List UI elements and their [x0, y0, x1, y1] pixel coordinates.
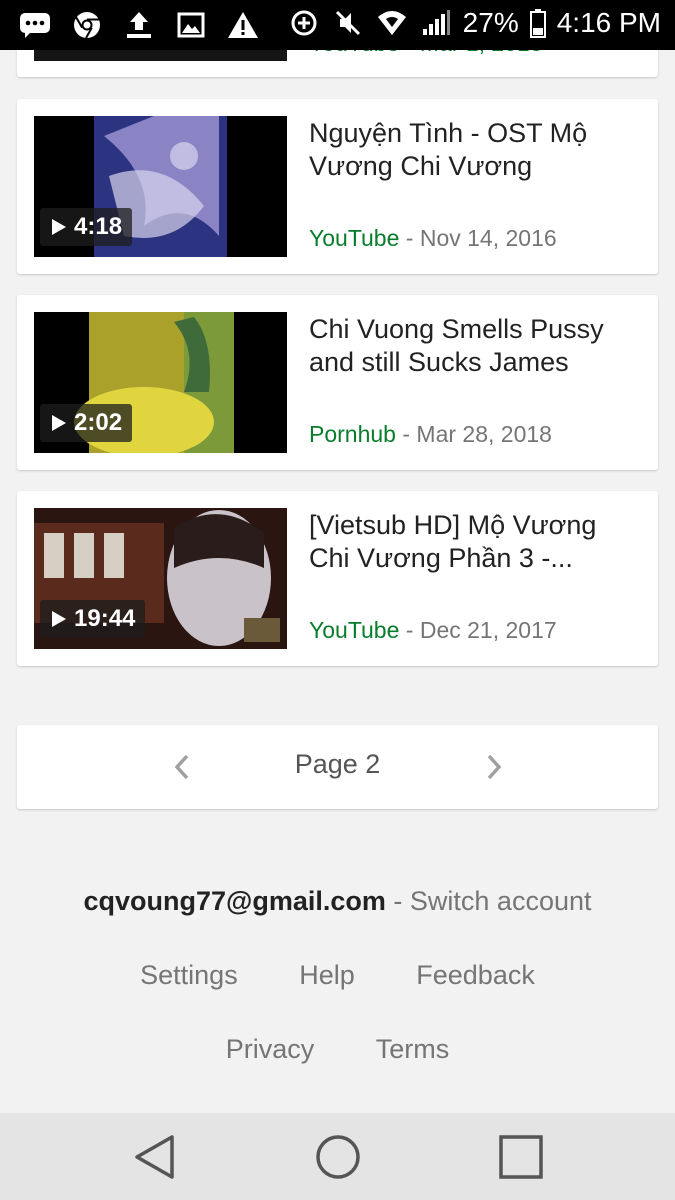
play-icon — [52, 219, 66, 235]
result-source: YouTube — [309, 225, 400, 251]
video-title[interactable]: Nguyện Tình - OST Mộ Vương Chi Vương — [309, 117, 639, 183]
warning-icon — [226, 8, 260, 42]
clock: 4:16 PM — [556, 7, 661, 38]
mute-icon — [331, 6, 365, 40]
battery-icon — [529, 6, 547, 40]
feedback-link[interactable]: Feedback — [416, 960, 535, 990]
result-date: - Dec 21, 2017 — [405, 617, 557, 643]
chrome-icon — [70, 8, 104, 42]
footer-links-row: Settings Help Feedback — [0, 960, 675, 991]
upload-icon — [122, 8, 156, 42]
video-thumbnail[interactable]: 2:02 — [34, 312, 287, 453]
result-meta: YouTube - Dec 21, 2017 — [309, 617, 557, 644]
video-thumbnail[interactable]: 19:44 — [34, 508, 287, 649]
result-date: - Mar 28, 2018 — [402, 421, 552, 447]
wifi-icon — [375, 6, 409, 40]
add-circle-icon — [287, 6, 321, 40]
pagination: Page 2 — [17, 725, 658, 809]
video-title[interactable]: [Vietsub HD] Mộ Vương Chi Vương Phần 3 -… — [309, 509, 639, 575]
duration-label: 2:02 — [74, 409, 123, 436]
switch-account-link[interactable]: - Switch account — [386, 886, 591, 916]
duration-label: 19:44 — [74, 605, 136, 632]
back-icon[interactable] — [128, 1131, 180, 1183]
result-card[interactable]: 19:44 [Vietsub HD] Mộ Vương Chi Vương Ph… — [17, 491, 658, 666]
video-title[interactable]: Chi Vuong Smells Pussy and still Sucks J… — [309, 313, 639, 379]
video-duration: 19:44 — [40, 600, 146, 638]
image-icon — [174, 8, 208, 42]
result-meta: YouTube - Nov 14, 2016 — [309, 225, 557, 252]
play-icon — [52, 415, 66, 431]
video-duration: 4:18 — [40, 208, 133, 246]
duration-label: 4:18 — [74, 213, 123, 240]
terms-link[interactable]: Terms — [376, 1034, 450, 1064]
home-icon[interactable] — [312, 1131, 364, 1183]
video-duration: 2:02 — [40, 404, 133, 442]
settings-link[interactable]: Settings — [140, 960, 238, 990]
message-icon — [18, 8, 52, 42]
result-meta: Pornhub - Mar 28, 2018 — [309, 421, 552, 448]
page-indicator: Page 2 — [294, 749, 381, 779]
account-info: cqvoung77@gmail.com - Switch account — [0, 886, 675, 917]
battery-percent: 27% — [462, 7, 519, 38]
help-link[interactable]: Help — [299, 960, 355, 990]
result-date: - Nov 14, 2016 — [405, 225, 557, 251]
play-icon — [52, 611, 66, 627]
privacy-link[interactable]: Privacy — [226, 1034, 315, 1064]
result-card[interactable]: 2:02 Chi Vuong Smells Pussy and still Su… — [17, 295, 658, 470]
video-thumbnail[interactable]: 4:18 — [34, 116, 287, 257]
result-source: YouTube — [309, 617, 400, 643]
result-card[interactable]: 4:18 Nguyện Tình - OST Mộ Vương Chi Vươn… — [17, 99, 658, 274]
account-email: cqvoung77@gmail.com — [83, 886, 386, 916]
signal-icon — [419, 6, 453, 40]
footer-links-row: Privacy Terms — [0, 1034, 675, 1065]
recents-icon[interactable] — [495, 1131, 547, 1183]
navigation-bar — [0, 1113, 675, 1200]
result-source: Pornhub — [309, 421, 396, 447]
chevron-right-icon[interactable] — [479, 749, 509, 785]
status-bar: 27% 4:16 PM — [0, 0, 675, 50]
